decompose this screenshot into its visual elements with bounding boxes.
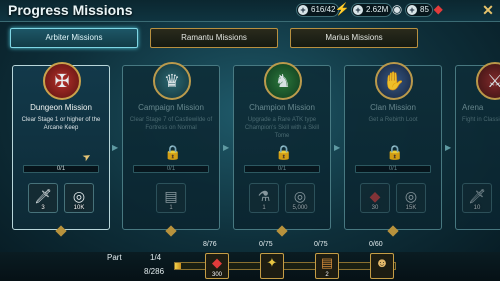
lock-icon: 🔒 — [275, 144, 293, 160]
book-icon[interactable]: ▤ 2 — [315, 253, 339, 279]
arrow-right-icon: ▶ — [112, 143, 119, 152]
milestone-count: 8/76 — [203, 241, 217, 248]
silver-shard-icon[interactable]: 🗡 3 — [28, 183, 58, 213]
mission-rewards: ◆ 30 ◎ 15K — [345, 183, 441, 213]
tab-arbiter-missions[interactable]: Arbiter Missions — [10, 28, 138, 48]
gems-resource[interactable]: + 85 ◆ — [405, 3, 443, 17]
mission-card-arena[interactable]: ⚔ Arena Fight in Classic Arena 🗡10 — [455, 62, 500, 230]
arrow-right-icon: ▶ — [223, 143, 230, 152]
ruby-icon[interactable]: ◆ 30 — [360, 183, 390, 213]
mission-progress: 0/1 — [244, 165, 320, 173]
part-progress-fill — [175, 263, 182, 269]
silver-coin-icon[interactable]: ◎ 15K — [396, 183, 426, 213]
silver-resource[interactable]: + 2.62M ◉ — [351, 3, 402, 17]
tab-ramantu-missions[interactable]: Ramantu Missions — [150, 28, 278, 48]
mission-name: Dungeon Mission — [30, 103, 92, 112]
clan-emblem-icon: ✋ — [375, 62, 413, 100]
mission-progress: 0/1 — [23, 165, 99, 173]
part-label: Part — [107, 253, 122, 262]
champion-emblem-icon: ♞ — [264, 62, 302, 100]
page-title: Progress Missions — [8, 2, 133, 18]
energy-resource[interactable]: + 616/42 ⚡ — [296, 3, 349, 17]
mission-rewards: 🗡 3 ◎ 10K — [13, 183, 109, 213]
mission-name: Clan Mission — [370, 103, 416, 112]
tome-icon[interactable]: ▤ 1 — [156, 183, 186, 213]
mission-description: Fight in Classic Arena — [462, 117, 500, 123]
silver-coin-icon[interactable]: ◎ 5,000 — [285, 183, 315, 213]
add-energy-icon[interactable]: + — [298, 5, 308, 15]
silver-coin-icon[interactable]: ◎ 10K — [64, 183, 94, 213]
champion-portrait-icon[interactable]: ☻ — [370, 253, 394, 279]
mission-description: Get a Rebirth Loot — [368, 117, 418, 123]
milestone-count: 0/60 — [369, 241, 383, 248]
mission-name: Champion Mission — [249, 103, 315, 112]
top-bar: Progress Missions + 616/42 ⚡ + 2.62M ◉ +… — [0, 0, 500, 22]
part-total: 8/286 — [144, 267, 165, 276]
mission-description: Clear Stage 1 or higher of the Arcane Ke… — [21, 117, 101, 131]
potion-icon[interactable]: ⚗ 1 — [249, 183, 279, 213]
shard-icon[interactable]: ✦ — [260, 253, 284, 279]
mission-card-champion[interactable]: ♞ Champion Mission Upgrade a Rare ATK ty… — [233, 62, 331, 230]
add-silver-icon[interactable]: + — [353, 5, 363, 15]
mission-card-clan[interactable]: ✋ Clan Mission Get a Rebirth Loot 🔒 0/1 … — [344, 62, 442, 230]
part-value: 1/4 — [150, 253, 162, 262]
lock-icon: 🔒 — [386, 144, 404, 160]
dungeon-emblem-icon: ✠ — [43, 62, 81, 100]
energy-bolt-icon: ⚡ — [334, 2, 350, 16]
mission-progress: 0/1 — [355, 165, 431, 173]
mission-card-dungeon[interactable]: ✠ Dungeon Mission Clear Stage 1 or highe… — [12, 62, 110, 230]
mission-rewards: 🗡 10 — [462, 183, 500, 213]
arrow-right-icon: ▶ — [445, 143, 452, 152]
mission-description: Clear Stage 7 of Castlewilde of Fortress… — [129, 117, 213, 131]
mission-rewards: ⚗ 1 ◎ 5,000 — [234, 183, 330, 213]
campaign-emblem-icon: ♛ — [153, 62, 191, 100]
arena-emblem-icon: ⚔ — [476, 62, 500, 100]
silver-shard-icon[interactable]: 🗡 10 — [462, 183, 492, 213]
mission-progress: 0/1 — [133, 165, 209, 173]
mission-name: Campaign Mission — [138, 103, 204, 112]
gems-value: 85 — [420, 5, 429, 14]
gem-ruby-icon: ◆ — [433, 2, 443, 16]
silver-value: 2.62M — [366, 5, 389, 14]
silver-coins-icon: ◉ — [391, 2, 403, 16]
tab-marius-missions[interactable]: Marius Missions — [290, 28, 418, 48]
mission-card-campaign[interactable]: ♛ Campaign Mission Clear Stage 7 of Cast… — [122, 62, 220, 230]
lock-icon: 🔒 — [164, 144, 182, 160]
mission-description: Upgrade a Rare ATK type Champion's Skill… — [244, 117, 320, 139]
mission-name: Arena — [462, 103, 484, 112]
milestone-count: 0/75 — [314, 241, 328, 248]
ruby-icon[interactable]: ◆ 300 — [205, 253, 229, 279]
milestone-count: 0/75 — [259, 241, 273, 248]
close-icon[interactable]: ✕ — [480, 2, 496, 18]
arrow-right-icon: ▶ — [334, 143, 341, 152]
mission-rewards: ▤ 1 — [123, 183, 219, 213]
energy-value: 616/42 — [311, 5, 336, 14]
add-gems-icon[interactable]: + — [407, 5, 417, 15]
